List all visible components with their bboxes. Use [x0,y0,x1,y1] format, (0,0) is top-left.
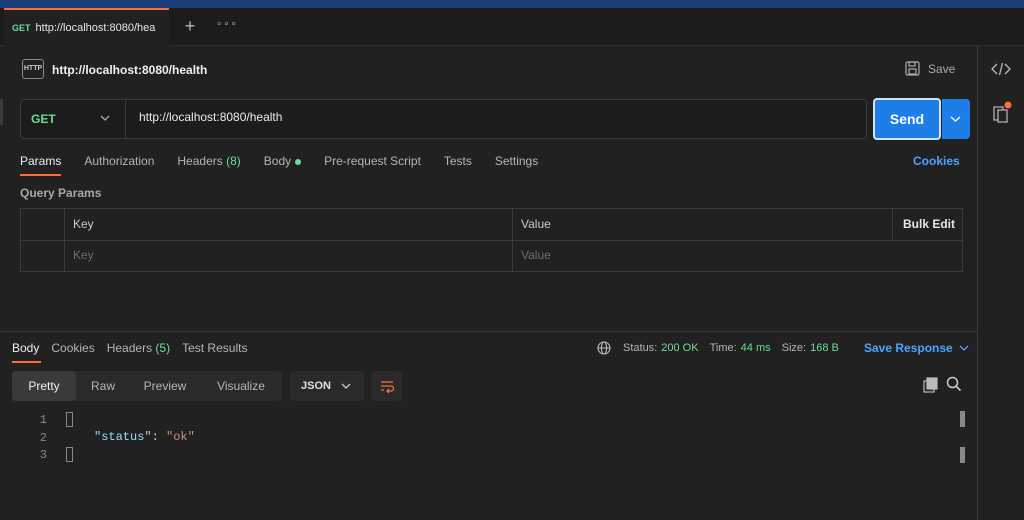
chevron-down-icon [100,115,110,121]
globe-icon[interactable] [597,341,611,355]
plus-icon[interactable]: + [181,17,199,35]
tab-title: http://localhost:8080/hea [35,22,156,34]
line-number: 2 [39,431,47,445]
status-value[interactable]: 200 OK [661,342,698,354]
method-select[interactable]: GET [20,99,126,139]
col-header-value: Value [521,217,551,231]
table-col-divider [512,208,513,272]
key-input[interactable]: Key [73,248,94,262]
search-icon[interactable] [946,376,962,395]
save-response-button[interactable]: Save Response [864,341,969,355]
tab-method: GET [12,23,31,33]
save-label: Save [928,61,956,76]
url-input[interactable] [139,110,839,124]
save-icon [905,61,920,76]
response-meta: Status: 200 OK Time: 44 ms Size: 168 B [597,341,850,355]
line-number: 3 [39,448,47,462]
code-icon[interactable] [991,61,1011,80]
tab-params[interactable]: Params [20,154,61,168]
resp-tab-headers[interactable]: Headers (5) [107,341,170,355]
json-open-brace [66,412,73,427]
size-value[interactable]: 168 B [810,342,839,354]
tab-prerequest-script[interactable]: Pre-request Script [324,154,421,168]
request-tabs: Params Authorization Headers (8) Body Pr… [20,154,561,168]
json-line: "status": "ok" [94,430,195,444]
resp-tab-body[interactable]: Body [12,341,39,355]
scrollbar-thumb[interactable] [960,411,965,427]
cookies-link[interactable]: Cookies [913,154,960,168]
view-raw[interactable]: Raw [76,371,130,401]
request-title[interactable]: http://localhost:8080/health [52,63,207,77]
query-params-label: Query Params [20,186,102,200]
table-col-divider [892,208,893,240]
time-label: Time: [709,342,737,354]
request-tab[interactable]: GET http://localhost:8080/hea [4,8,169,46]
info-panel-icon[interactable] [992,101,1012,126]
resp-headers-count: (5) [155,341,171,355]
copy-icon[interactable] [923,377,939,396]
time-value[interactable]: 44 ms [741,342,771,354]
active-tab-indicator [20,174,61,176]
view-mode-selector: Pretty Raw Preview Visualize [12,371,282,401]
send-options-button[interactable] [942,99,970,139]
value-input[interactable]: Value [521,248,551,262]
resp-tab-cookies[interactable]: Cookies [51,341,94,355]
save-button[interactable]: Save [905,61,955,76]
scrollbar-thumb[interactable] [960,447,965,463]
chevron-down-icon [341,383,351,389]
json-close-brace [66,447,73,462]
tab-settings[interactable]: Settings [495,154,538,168]
left-edge-handle[interactable] [0,99,3,125]
active-response-tab-indicator [12,361,41,363]
more-icon[interactable]: ∘∘∘ [216,19,238,30]
json-value: "ok" [166,430,195,444]
body-indicator-dot [295,158,302,165]
size-label: Size: [781,342,807,354]
json-key: "status" [94,430,152,444]
resp-tab-test-results[interactable]: Test Results [182,341,247,355]
tab-headers-label: Headers [177,154,223,168]
tab-headers[interactable]: Headers (8) [177,154,240,168]
response-tabs: Body Cookies Headers (5) Test Results [12,341,259,355]
send-button[interactable]: Send [873,98,941,140]
pane-divider[interactable] [0,331,977,332]
view-pretty[interactable]: Pretty [12,371,76,401]
view-visualize[interactable]: Visualize [200,371,282,401]
table-row-divider [20,240,963,241]
col-header-key: Key [73,217,94,231]
tab-tests[interactable]: Tests [444,154,472,168]
format-select[interactable]: JSON [290,371,364,401]
chevron-down-icon [959,345,969,351]
wrap-button[interactable] [371,371,402,401]
tab-body[interactable]: Body [263,154,302,168]
wrap-icon [380,381,394,393]
resp-headers-label: Headers [106,341,153,355]
method-value: GET [31,112,56,126]
view-preview[interactable]: Preview [130,371,200,401]
table-col-divider [64,208,65,272]
format-value: JSON [301,380,331,392]
window-top-bar [0,0,1024,8]
status-label: Status: [623,342,658,354]
tab-authorization[interactable]: Authorization [84,154,154,168]
line-number: 1 [39,413,47,427]
tab-body-label: Body [263,154,292,168]
headers-count: (8) [226,154,241,168]
http-icon: HTTP [22,59,44,79]
bulk-edit-button[interactable]: Bulk Edit [903,217,955,231]
json-colon: : [151,430,159,444]
save-response-label: Save Response [864,341,953,355]
chevron-down-icon [950,116,961,122]
